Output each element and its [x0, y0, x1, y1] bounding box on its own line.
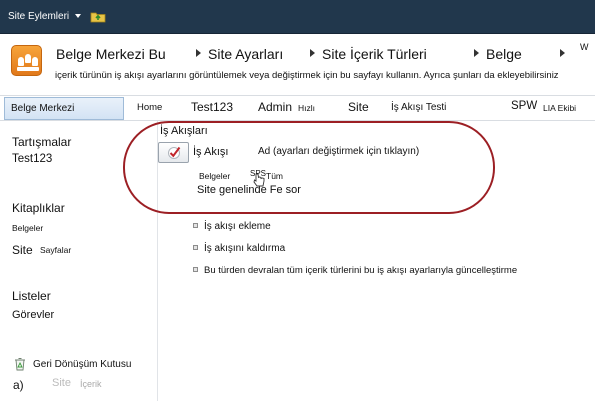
libraries-header[interactable]: Kitaplıklar [12, 201, 65, 215]
breadcrumb-site[interactable]: Belge Merkezi Bu [56, 46, 166, 62]
quick-launch: Tartışmalar Test123 Kitaplıklar Belgeler… [0, 121, 158, 401]
workflows-section-title: İş Akışları [160, 125, 208, 137]
hand-cursor-icon [253, 173, 265, 187]
lists-item-tasks[interactable]: Görevler [12, 309, 54, 321]
tab-document-center[interactable]: Belge Merkezi [4, 97, 124, 120]
annotation-label: a) [13, 378, 24, 392]
update-content-types-label: Bu türden devralan tüm içerik türlerini … [204, 265, 518, 276]
breadcrumb-site-settings[interactable]: Site Ayarları [208, 46, 283, 62]
tab-workflow-test[interactable]: İş Akışı Testi [391, 102, 446, 113]
breadcrumb-content-types[interactable]: Site İçerik Türleri [322, 46, 427, 62]
tab-home[interactable]: Home [137, 102, 162, 113]
bullet-icon [193, 222, 198, 228]
site-content-link-a[interactable]: Site [52, 377, 71, 389]
page-description: içerik türünün iş akışı ayarlarını görün… [55, 70, 559, 81]
discussions-item-test123[interactable]: Test123 [12, 153, 52, 165]
recycle-bin-icon [15, 358, 25, 371]
title-area: Belge Merkezi Bu Site Ayarları Site İçer… [0, 34, 595, 94]
site-wide-workflow-link[interactable]: Site genelinde Fe sor [197, 184, 301, 196]
workflow-settings-button[interactable] [158, 142, 189, 163]
lists-header[interactable]: Listeler [12, 289, 51, 303]
breadcrumb-arrow-icon [196, 49, 201, 57]
tab-site[interactable]: Site [348, 100, 369, 114]
add-workflow-label: İş akışı ekleme [204, 221, 271, 232]
bullet-icon [193, 266, 198, 272]
libraries-item-documents[interactable]: Belgeler [12, 223, 43, 233]
all-label: Tüm [266, 171, 283, 181]
workflow-label: İş Akışı [193, 146, 229, 158]
breadcrumb-arrow-icon [310, 49, 315, 57]
recycle-bin-link[interactable]: Geri Dönüşüm Kutusu [33, 359, 131, 370]
add-workflow-link[interactable]: İş akışı ekleme [193, 221, 271, 232]
site-actions-menu[interactable]: Site Eylemleri [8, 11, 82, 22]
discussions-header[interactable]: Tartışmalar [12, 135, 71, 149]
tab-document-center-label: Belge Merkezi [11, 103, 75, 114]
tab-quick[interactable]: Hızlı [298, 103, 315, 113]
remove-workflow-link[interactable]: İş akışını kaldırma [193, 243, 285, 254]
breadcrumb-document[interactable]: Belge [486, 46, 522, 62]
libraries-item-site[interactable]: Site [12, 243, 33, 257]
libraries-item-pages[interactable]: Sayfalar [40, 245, 71, 255]
site-actions-label: Site Eylemleri [8, 11, 70, 22]
breadcrumb-workflow[interactable]: W [580, 42, 589, 52]
bullet-icon [193, 244, 198, 250]
folder-up-icon[interactable] [90, 10, 106, 23]
tab-spw[interactable]: SPW [511, 100, 537, 112]
update-content-types-link[interactable]: Bu türden devralan tüm içerik türlerini … [193, 265, 517, 276]
tab-lia-team[interactable]: LIA Ekibi [543, 103, 576, 113]
breadcrumb-arrow-icon [474, 49, 479, 57]
documents-label: Belgeler [199, 171, 231, 181]
workflow-name-header: Ad (ayarları değiştirmek için tıklayın) [258, 146, 420, 157]
workflow-check-icon [168, 146, 181, 159]
breadcrumb-arrow-icon [560, 49, 565, 57]
tab-test123[interactable]: Test123 [191, 100, 233, 114]
top-nav-bar: Belge Merkezi Home Test123 Admin Hızlı S… [0, 95, 595, 121]
top-bar: Site Eylemleri [0, 0, 595, 34]
remove-workflow-label: İş akışını kaldırma [204, 243, 286, 254]
site-content-link-b[interactable]: İçerik [80, 379, 102, 389]
tab-admin[interactable]: Admin [258, 100, 292, 114]
document-center-icon [11, 45, 42, 76]
chevron-down-icon [75, 14, 82, 19]
